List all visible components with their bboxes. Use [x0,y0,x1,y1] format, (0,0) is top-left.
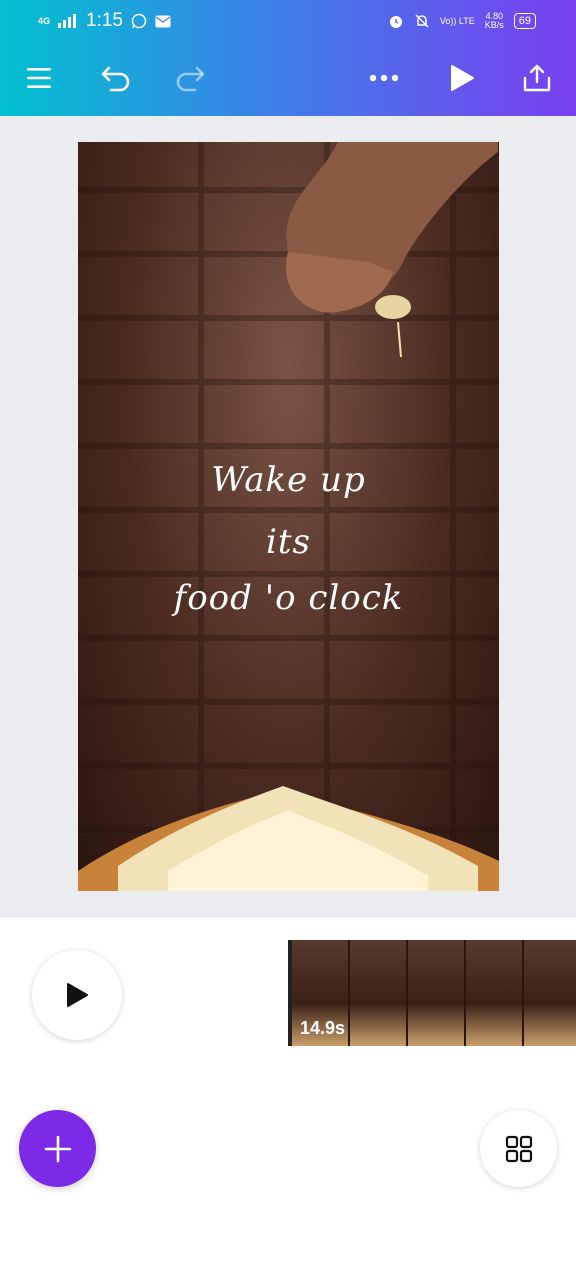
clip-thumbnail [350,940,408,1046]
top-bar: 4G 1:15 Vo)) LTE 4.80 KB/s 69 [0,0,576,116]
alarm-icon [389,16,402,28]
message-icon [155,15,171,27]
clip-duration: 14.9s [300,1018,346,1038]
timeline-play-button[interactable] [32,950,122,1040]
network-indicator: 4G [38,15,51,26]
grated-cheese-image [78,786,499,891]
plus-icon [44,1135,71,1162]
share-button[interactable] [511,52,563,104]
redo-button[interactable] [164,52,216,104]
tagline-line-1[interactable]: Wake up [78,460,499,500]
play-icon [451,65,474,91]
undo-icon [101,66,130,92]
editor-toolbar [0,52,576,104]
status-bar: 4G 1:15 Vo)) LTE 4.80 KB/s 69 [0,0,576,44]
tagline-line-3[interactable]: food 'o clock [78,578,499,618]
hand-image [286,142,498,358]
more-options-button[interactable] [358,52,410,104]
undo-button[interactable] [90,52,142,104]
share-icon [523,64,551,92]
volte-indicator: Vo)) LTE [439,15,475,26]
clip-thumbnail [408,940,466,1046]
preview-play-button[interactable] [436,52,488,104]
more-icon [369,74,399,82]
redo-icon [176,66,205,92]
menu-button[interactable] [13,52,65,104]
pages-grid-button[interactable] [480,1110,557,1187]
net-speed: 4.80 KB/s [485,12,504,30]
net-speed-unit: KB/s [484,20,504,30]
design-page[interactable]: Wake up its food 'o clock [78,142,499,891]
menu-icon [27,68,51,88]
battery-indicator: 69 [513,13,536,29]
bell-off-icon [415,14,429,28]
clip-thumbnail [466,940,524,1046]
add-element-button[interactable] [19,1110,96,1187]
play-icon [67,983,88,1007]
whatsapp-icon [131,13,147,29]
signal-icon [58,14,77,28]
tagline-line-2[interactable]: its [78,522,499,562]
clip-thumbnail [524,940,576,1046]
grid-icon [505,1135,532,1162]
clock: 1:15 [86,10,123,31]
